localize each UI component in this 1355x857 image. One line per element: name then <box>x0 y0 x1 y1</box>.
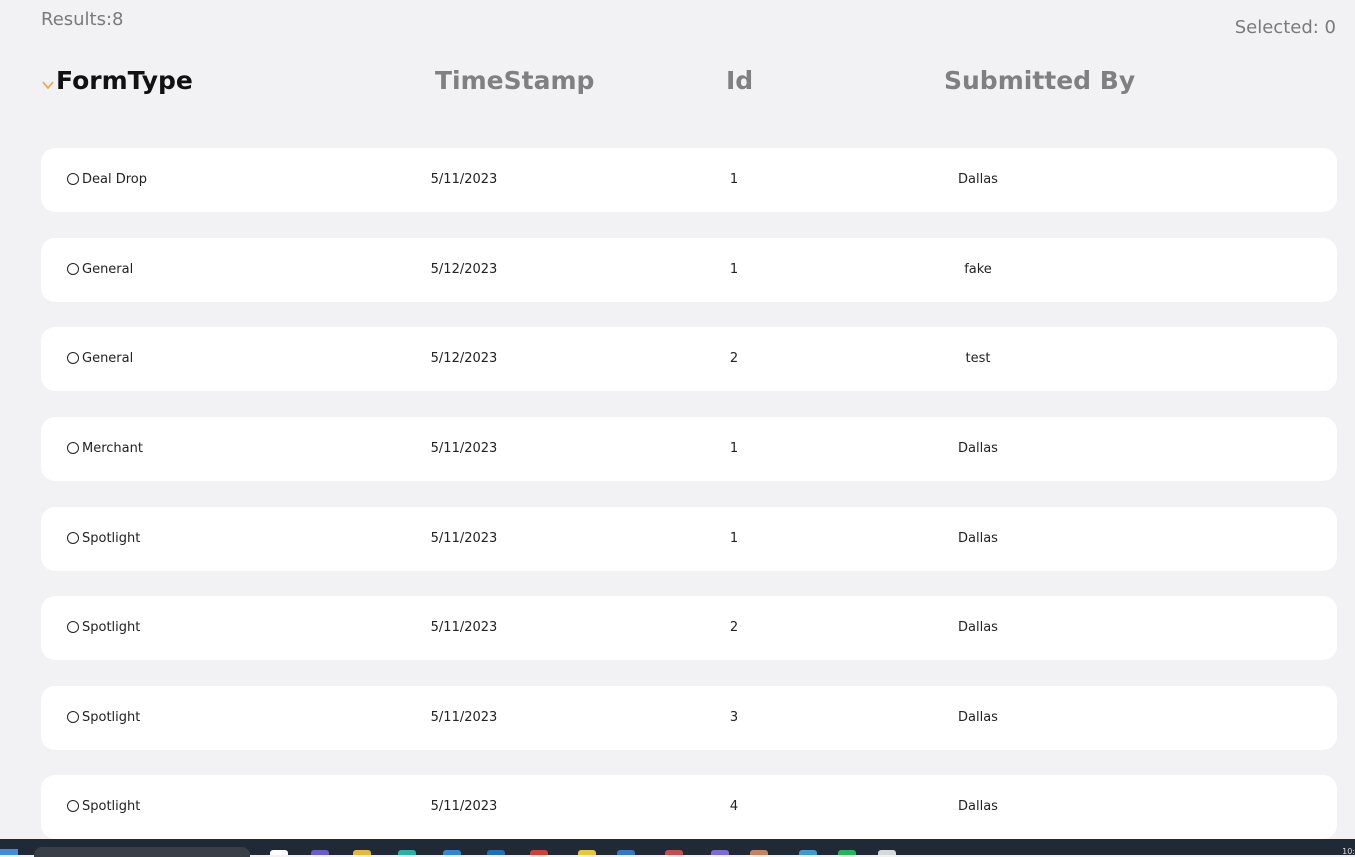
timestamp-cell: 5/12/2023 <box>430 351 498 366</box>
table-row[interactable]: Spotlight 5/11/2023 1 Dallas <box>41 507 1337 571</box>
spotify-icon[interactable] <box>838 850 856 855</box>
table-row[interactable]: General 5/12/2023 1 fake <box>41 238 1337 302</box>
id-cell: 3 <box>729 710 739 725</box>
table-row[interactable]: Spotlight 5/11/2023 4 Dallas <box>41 775 1337 839</box>
table-row[interactable]: Merchant 5/11/2023 1 Dallas <box>41 417 1337 481</box>
results-count: Results:8 <box>41 9 124 30</box>
submitted-by-cell: fake <box>964 262 992 277</box>
formtype-cell: Spotlight <box>82 531 141 546</box>
submitted-by-cell: Dallas <box>958 531 998 546</box>
row-radio[interactable] <box>67 352 79 364</box>
app-icon[interactable] <box>311 850 329 855</box>
table-header: FormType TimeStamp Id Submitted By <box>0 66 1355 102</box>
table-row[interactable]: General 5/12/2023 2 test <box>41 327 1337 391</box>
column-header-formtype[interactable]: FormType <box>56 66 193 95</box>
submitted-by-cell: Dallas <box>958 441 998 456</box>
teams-icon[interactable] <box>711 850 729 855</box>
submitted-by-cell: Dallas <box>958 620 998 635</box>
table-row[interactable]: Deal Drop 5/11/2023 1 Dallas <box>41 148 1337 212</box>
submitted-by-cell: Dallas <box>958 172 998 187</box>
id-cell: 2 <box>729 620 739 635</box>
row-radio[interactable] <box>67 263 79 275</box>
row-radio[interactable] <box>67 711 79 723</box>
formtype-cell: Spotlight <box>82 620 141 635</box>
chrome-icon[interactable] <box>530 850 548 855</box>
id-cell: 1 <box>729 441 739 456</box>
vscode-icon[interactable] <box>617 850 635 855</box>
timestamp-cell: 5/11/2023 <box>430 710 498 725</box>
taskbar: 10: <box>0 839 1355 857</box>
taskbar-search[interactable] <box>34 847 250 857</box>
selected-count: Selected: 0 <box>1234 17 1336 38</box>
app-icon[interactable] <box>487 850 505 855</box>
row-radio[interactable] <box>67 532 79 544</box>
row-radio[interactable] <box>67 621 79 633</box>
formtype-cell: Spotlight <box>82 710 141 725</box>
id-cell: 1 <box>729 172 739 187</box>
timestamp-cell: 5/11/2023 <box>430 172 498 187</box>
column-header-timestamp[interactable]: TimeStamp <box>435 66 594 95</box>
timestamp-cell: 5/11/2023 <box>430 441 498 456</box>
id-cell: 2 <box>729 351 739 366</box>
formtype-cell: Deal Drop <box>82 172 147 187</box>
table-row[interactable]: Spotlight 5/11/2023 2 Dallas <box>41 596 1337 660</box>
column-header-submitted-by[interactable]: Submitted By <box>944 66 1135 95</box>
submitted-by-cell: Dallas <box>958 799 998 814</box>
folder-icon[interactable] <box>353 850 371 855</box>
timestamp-cell: 5/12/2023 <box>430 262 498 277</box>
store-icon[interactable] <box>443 850 461 855</box>
row-radio[interactable] <box>67 173 79 185</box>
formtype-cell: Merchant <box>82 441 143 456</box>
id-cell: 1 <box>729 531 739 546</box>
column-header-id[interactable]: Id <box>726 66 753 95</box>
edge-icon[interactable] <box>398 850 416 855</box>
file-explorer-icon[interactable] <box>270 850 288 855</box>
timestamp-cell: 5/11/2023 <box>430 531 498 546</box>
submitted-by-cell: Dallas <box>958 710 998 725</box>
start-icon[interactable] <box>0 849 18 855</box>
id-cell: 1 <box>729 262 739 277</box>
id-cell: 4 <box>729 799 739 814</box>
row-radio[interactable] <box>67 800 79 812</box>
formtype-cell: General <box>82 262 134 277</box>
formtype-cell: General <box>82 351 134 366</box>
app-icon[interactable] <box>878 850 896 855</box>
app-icon[interactable] <box>578 850 596 855</box>
formtype-cell: Spotlight <box>82 799 141 814</box>
timestamp-cell: 5/11/2023 <box>430 799 498 814</box>
row-radio[interactable] <box>67 442 79 454</box>
app-icon[interactable] <box>750 850 768 855</box>
app-icon[interactable] <box>665 850 683 855</box>
app-icon[interactable] <box>799 850 817 855</box>
timestamp-cell: 5/11/2023 <box>430 620 498 635</box>
table-row[interactable]: Spotlight 5/11/2023 3 Dallas <box>41 686 1337 750</box>
submitted-by-cell: test <box>965 351 991 366</box>
